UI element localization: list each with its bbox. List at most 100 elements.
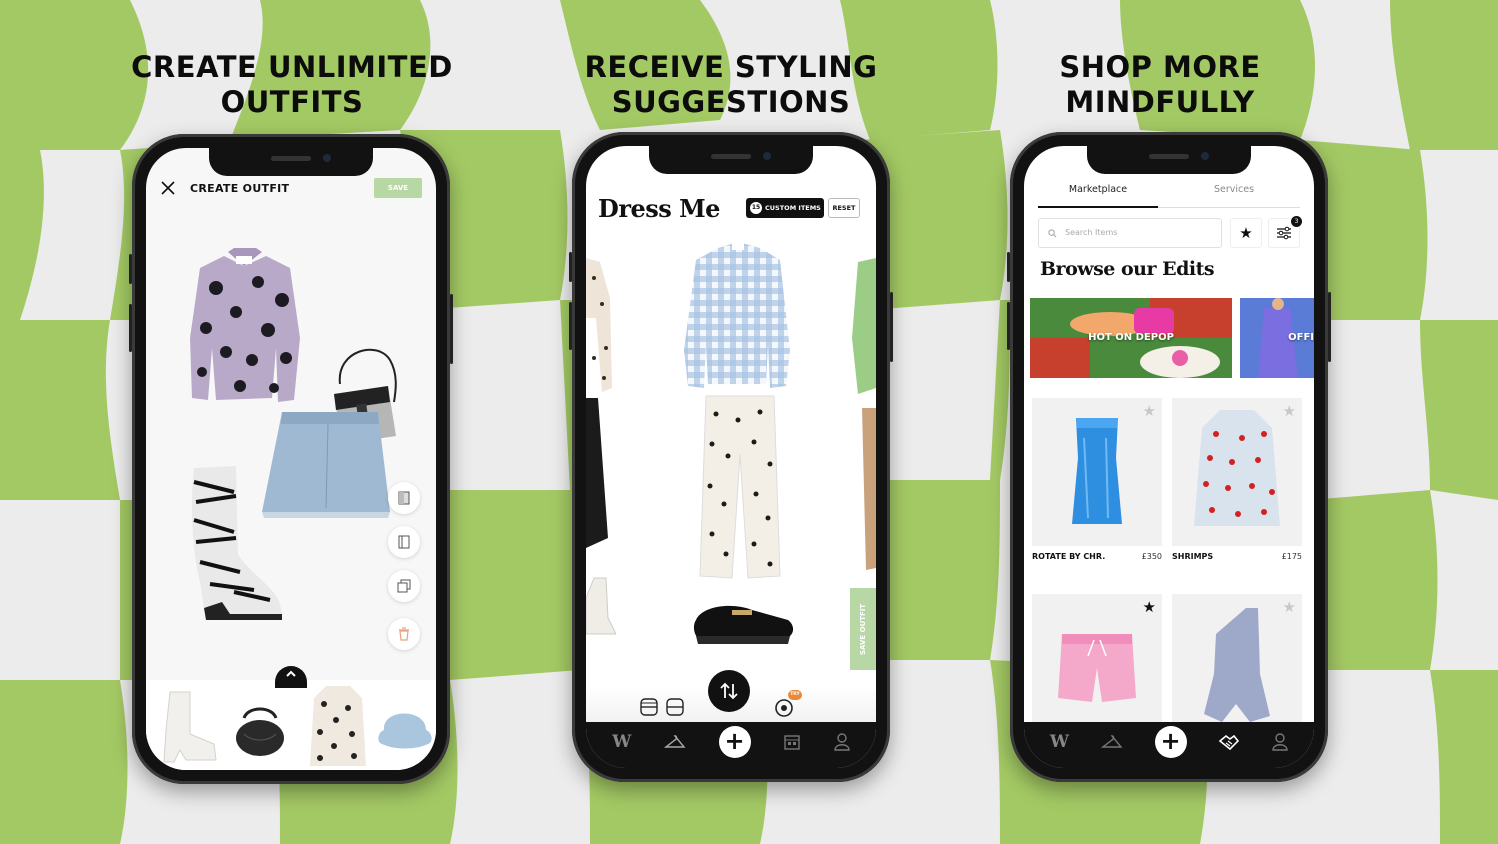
right-carousel-items[interactable] [848,258,876,598]
purple-polka-dot-coat[interactable] [186,248,306,406]
active-tab-indicator [1038,206,1158,208]
search-icon [1048,229,1057,238]
layer-back-icon [398,535,410,549]
item-tray [146,666,436,770]
heart-print-coat[interactable] [308,684,368,768]
bottom-navigation: W + [586,722,876,768]
edit-label: OFFI [1288,332,1314,343]
try-badge: TRY [788,690,802,700]
phone-create-outfit: CREATE OUTFIT SAVE [129,134,453,784]
custom-items-count: 15 [750,202,762,214]
blue-strapless-dress-image [1072,418,1122,524]
phone-notch [209,148,373,176]
wardrobe-logo-icon[interactable]: W [612,732,631,752]
headline-create-outfits: CREATE UNLIMITED OUTFITS [102,50,482,120]
product-card[interactable]: ★ [1172,594,1302,742]
filter-button[interactable]: 3 [1268,216,1302,248]
layer-front-button[interactable] [388,482,420,514]
phone-marketplace: Marketplace Services Search Items ★ 3 Br… [1007,132,1331,782]
create-outfit-header: CREATE OUTFIT SAVE [146,178,436,204]
headline-line: MINDFULLY [1065,85,1255,119]
blue-fuzzy-hat[interactable] [376,704,434,756]
save-outfit-button[interactable]: SAVE OUTFIT [850,588,876,670]
calendar-icon[interactable] [783,733,801,751]
star-icon: ★ [1239,224,1253,242]
favorite-star-icon[interactable]: ★ [1143,600,1156,615]
headline-styling-suggestions: RECEIVE STYLING SUGGESTIONS [541,50,921,120]
product-brand: ROTATE BY CHR. [1032,552,1106,561]
headline-line: SHOP MORE [1059,50,1261,84]
layer-back-button[interactable] [388,526,420,558]
phone-dress-me: Dress Me 15 CUSTOM ITEMS RESET SAVE OUTF… [569,132,893,782]
tab-services[interactable]: Services [1174,184,1294,195]
black-ruched-bag[interactable] [234,704,286,758]
pink-shorts-image [1058,634,1136,702]
headline-line: RECEIVE STYLING [584,50,878,84]
headline-line: OUTFITS [220,85,364,119]
phone-notch [649,146,813,174]
profile-icon[interactable] [833,733,850,751]
swap-arrows-icon [720,682,738,700]
favorite-star-icon[interactable]: ★ [1283,600,1296,615]
headline-line: CREATE UNLIMITED [131,50,453,84]
favorites-button[interactable]: ★ [1230,218,1262,248]
marketplace-screen: Marketplace Services Search Items ★ 3 Br… [1024,146,1314,768]
custom-items-button[interactable]: 15 CUSTOM ITEMS [746,198,824,218]
hanger-icon[interactable] [663,734,686,750]
reset-button[interactable]: RESET [828,198,860,218]
blue-gingham-fur-jacket[interactable] [682,240,794,390]
shuffle-button[interactable] [708,670,750,712]
custom-items-label: CUSTOM ITEMS [765,204,821,212]
chevron-up-icon [286,670,296,677]
close-icon[interactable] [160,180,176,196]
plus-icon[interactable]: + [1154,726,1187,758]
layout-two-rows-icon[interactable] [640,698,658,716]
delete-button[interactable] [388,618,420,650]
trash-icon [399,627,409,641]
duplicate-icon [397,579,411,593]
edit-card-hot-on-depop[interactable]: HOT ON DEPOP [1030,298,1232,378]
profile-icon[interactable] [1272,733,1288,751]
product-card[interactable]: ★ ROTATE BY CHR. £350 [1032,398,1162,561]
search-input[interactable]: Search Items [1038,218,1222,248]
favorite-star-icon[interactable]: ★ [1143,404,1156,419]
create-outfit-screen: CREATE OUTFIT SAVE [146,148,436,770]
dress-me-screen: Dress Me 15 CUSTOM ITEMS RESET SAVE OUTF… [586,146,876,768]
filter-count-badge: 3 [1291,216,1302,227]
product-price: £350 [1141,552,1162,561]
polka-dot-trousers[interactable] [698,394,782,580]
zebra-cowboy-boot[interactable] [174,462,286,622]
bottom-navigation: W + [1024,722,1314,768]
phone-notch [1087,146,1251,174]
hanger-icon[interactable] [1100,734,1123,750]
page-title: CREATE OUTFIT [190,182,290,195]
plus-icon[interactable]: + [718,726,751,758]
product-card[interactable]: ★ SHRIMPS £175 [1172,398,1302,561]
edit-label: HOT ON DEPOP [1088,332,1174,343]
layout-split-icon[interactable] [666,698,684,716]
heart-print-coat-image [1194,410,1280,526]
black-loafers[interactable] [692,596,796,646]
product-card[interactable]: ★ [1032,594,1162,742]
headline-line: SUGGESTIONS [611,85,851,119]
section-heading: Browse our Edits [1040,258,1215,280]
wardrobe-logo-icon[interactable]: W [1050,732,1069,752]
dress-me-logo: Dress Me [598,194,720,223]
white-platform-boot[interactable] [156,690,220,764]
left-carousel-items[interactable] [586,258,616,638]
handshake-icon[interactable] [1218,733,1240,751]
layer-front-icon [398,491,410,505]
tab-marketplace[interactable]: Marketplace [1038,184,1158,195]
save-button[interactable]: SAVE [374,178,422,198]
headline-shop-mindfully: SHOP MORE MINDFULLY [970,50,1350,120]
expand-tray-button[interactable] [275,666,307,688]
duplicate-button[interactable] [388,570,420,602]
tab-bar: Marketplace Services [1038,182,1300,208]
product-brand: SHRIMPS [1172,552,1214,561]
target-icon[interactable] [774,698,794,718]
one-shoulder-bodysuit-image [1204,608,1270,722]
edit-card-office[interactable]: OFFI [1240,298,1314,378]
favorite-star-icon[interactable]: ★ [1283,404,1296,419]
filter-sliders-icon [1277,226,1291,240]
product-price: £175 [1281,552,1302,561]
